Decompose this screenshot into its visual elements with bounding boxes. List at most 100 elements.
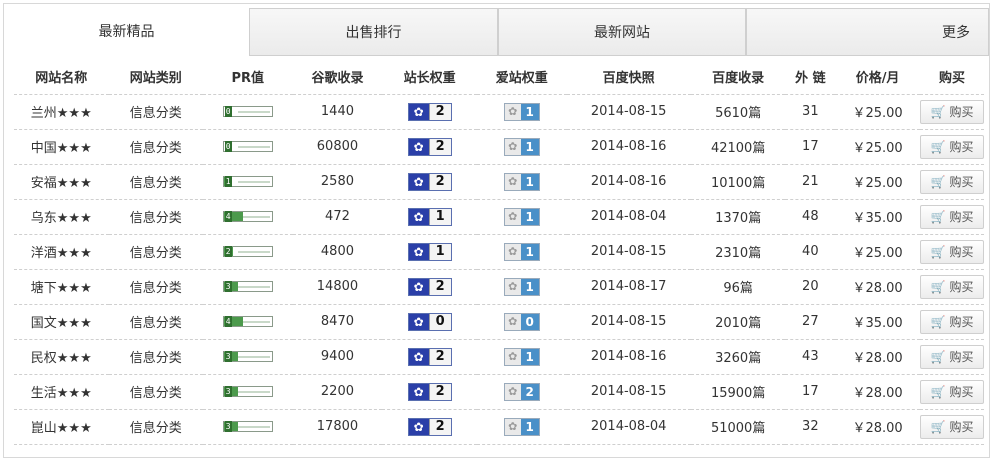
price: ￥25.00 <box>835 128 920 164</box>
buy-cell: 🛒 购买 <box>919 198 984 234</box>
baidu-weight-value: 1 <box>428 243 451 260</box>
baidu-weight-cell: ✿ 2 <box>382 338 477 374</box>
buy-button[interactable]: 🛒 购买 <box>919 239 984 264</box>
pr-badge: 4 <box>222 211 273 222</box>
buy-cell: 🛒 购买 <box>919 303 984 339</box>
aizhan-weight-cell: ✿ 1 <box>476 163 567 199</box>
baidu-index: 42100篇 <box>690 128 786 164</box>
baidu-snapshot-date: 2014-08-15 <box>566 233 691 269</box>
aizhan-weight-cell: ✿ 1 <box>476 338 567 374</box>
site-category: 信息分类 <box>108 93 203 129</box>
table-row: 生活★★★ 信息分类 3 2200 ✿ 2 ✿ 2 2014-08-15 15900篇 17 ￥28.… <box>14 373 984 409</box>
aizhan-weight-cell: ✿ 1 <box>476 408 567 445</box>
buy-button[interactable]: 🛒 购买 <box>919 274 984 299</box>
baidu-weight-value: 1 <box>428 208 451 225</box>
buy-cell: 🛒 购买 <box>919 408 984 445</box>
site-name[interactable]: 安福★★★ <box>14 163 109 199</box>
header-baidu-snapshot: 百度快照 <box>602 71 655 87</box>
paw-icon: ✿ <box>408 278 429 295</box>
buy-button[interactable]: 🛒 购买 <box>919 204 984 229</box>
site-category: 信息分类 <box>108 233 203 269</box>
aizhan-weight-value: 1 <box>520 208 539 225</box>
aizhan-weight-badge: ✿ 1 <box>503 277 540 296</box>
baidu-snapshot-date: 2014-08-15 <box>566 303 691 339</box>
baidu-weight-value: 2 <box>428 173 451 190</box>
baidu-weight-cell: ✿ 2 <box>382 268 477 304</box>
baidu-weight-value: 2 <box>428 103 451 120</box>
paw-icon: ✿ <box>504 313 521 330</box>
baidu-index: 1370篇 <box>690 198 786 234</box>
buy-button[interactable]: 🛒 购买 <box>919 344 984 369</box>
site-category: 信息分类 <box>108 128 203 164</box>
table-row: 中国★★★ 信息分类 0 60800 ✿ 2 ✿ 1 2014-08-16 42100篇 17 ￥25… <box>14 128 984 164</box>
aizhan-weight-badge: ✿ 1 <box>503 137 540 156</box>
site-category: 信息分类 <box>108 163 203 199</box>
google-index: 14800 <box>292 268 383 304</box>
pr-value: 4 <box>224 316 232 327</box>
buy-button[interactable]: 🛒 购买 <box>919 169 984 194</box>
tab-sales-ranking[interactable]: 出售排行 <box>249 8 498 56</box>
aizhan-weight-badge: ✿ 2 <box>503 382 540 401</box>
price: ￥25.00 <box>835 93 920 129</box>
external-links: 27 <box>785 303 836 339</box>
site-name[interactable]: 乌东★★★ <box>14 198 109 234</box>
baidu-weight-badge: ✿ 1 <box>407 242 452 261</box>
tab-latest-premium[interactable]: 最新精品 <box>4 8 249 56</box>
aizhan-weight-cell: ✿ 0 <box>476 303 567 339</box>
pr-value: 0 <box>224 106 232 117</box>
site-name[interactable]: 兰州★★★ <box>14 93 109 129</box>
price: ￥35.00 <box>835 303 920 339</box>
external-links: 21 <box>785 163 836 199</box>
external-links: 48 <box>785 198 836 234</box>
site-name[interactable]: 塘下★★★ <box>14 268 109 304</box>
baidu-weight-cell: ✿ 2 <box>382 163 477 199</box>
aizhan-weight-value: 0 <box>520 313 539 330</box>
aizhan-weight-cell: ✿ 1 <box>476 93 567 129</box>
pr-badge: 1 <box>222 176 273 187</box>
aizhan-weight-value: 1 <box>520 418 539 435</box>
pr-badge: 0 <box>222 106 273 117</box>
pr-cell: 3 <box>202 408 293 445</box>
table-row: 国文★★★ 信息分类 4 8470 ✿ 0 ✿ 0 2014-08-15 2010篇 27 ￥35.0… <box>14 303 984 339</box>
baidu-weight-value: 2 <box>428 278 451 295</box>
aizhan-weight-value: 1 <box>520 278 539 295</box>
paw-icon: ✿ <box>504 103 521 120</box>
tab-latest-sites[interactable]: 最新网站 <box>498 8 746 56</box>
buy-button[interactable]: 🛒 购买 <box>919 379 984 404</box>
pr-value: 3 <box>224 281 232 292</box>
price: ￥35.00 <box>835 198 920 234</box>
baidu-weight-cell: ✿ 1 <box>382 233 477 269</box>
buy-cell: 🛒 购买 <box>919 163 984 199</box>
paw-icon: ✿ <box>504 348 521 365</box>
google-index: 17800 <box>292 408 383 445</box>
pr-badge: 4 <box>222 316 273 327</box>
baidu-index: 3260篇 <box>690 338 786 374</box>
buy-button[interactable]: 🛒 购买 <box>919 309 984 334</box>
site-name[interactable]: 生活★★★ <box>14 373 109 409</box>
external-links: 43 <box>785 338 836 374</box>
site-name[interactable]: 洋酒★★★ <box>14 233 109 269</box>
google-index: 1440 <box>292 93 383 129</box>
site-name[interactable]: 中国★★★ <box>14 128 109 164</box>
site-name[interactable]: 崑山★★★ <box>14 408 109 445</box>
baidu-snapshot-date: 2014-08-04 <box>566 408 691 445</box>
buy-button-label: 购买 <box>949 280 974 294</box>
pr-cell: 3 <box>202 268 293 304</box>
price: ￥25.00 <box>835 233 920 269</box>
paw-icon: ✿ <box>408 173 429 190</box>
buy-button[interactable]: 🛒 购买 <box>919 134 984 159</box>
buy-button[interactable]: 🛒 购买 <box>919 99 984 124</box>
baidu-weight-badge: ✿ 2 <box>407 347 452 366</box>
site-name[interactable]: 民权★★★ <box>14 338 109 374</box>
baidu-index: 15900篇 <box>690 373 786 409</box>
baidu-index: 2310篇 <box>690 233 786 269</box>
buy-button[interactable]: 🛒 购买 <box>919 414 984 439</box>
baidu-weight-cell: ✿ 2 <box>382 408 477 445</box>
tab-more[interactable]: 更多 <box>746 8 989 56</box>
google-index: 9400 <box>292 338 383 374</box>
paw-icon: ✿ <box>504 173 521 190</box>
buy-cell: 🛒 购买 <box>919 338 984 374</box>
baidu-weight-cell: ✿ 0 <box>382 303 477 339</box>
site-name[interactable]: 国文★★★ <box>14 303 109 339</box>
baidu-index: 96篇 <box>690 268 786 304</box>
